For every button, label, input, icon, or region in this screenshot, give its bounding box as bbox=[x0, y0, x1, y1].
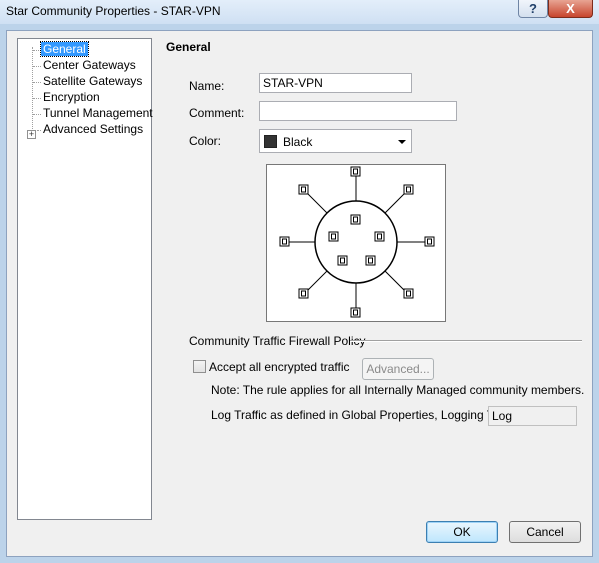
close-button[interactable]: X bbox=[548, 0, 593, 18]
name-label: Name: bbox=[189, 79, 225, 93]
tree-branch bbox=[33, 114, 41, 115]
tree-item-label: Tunnel Management bbox=[43, 106, 153, 120]
tree-guide-line bbox=[32, 47, 33, 135]
color-value: Black bbox=[283, 135, 313, 149]
tree-item-encryption[interactable]: Encryption bbox=[41, 90, 102, 105]
group-divider bbox=[350, 340, 582, 342]
help-icon: ? bbox=[529, 1, 537, 16]
title-bar: Star Community Properties - STAR-VPN ? X bbox=[0, 0, 599, 24]
cancel-button[interactable]: Cancel bbox=[509, 521, 581, 543]
help-button[interactable]: ? bbox=[518, 0, 548, 18]
policy-group-title: Community Traffic Firewall Policy bbox=[189, 334, 366, 348]
close-icon: X bbox=[566, 1, 575, 16]
accept-encrypted-checkbox[interactable] bbox=[193, 360, 206, 373]
tree-item-label: Satellite Gateways bbox=[43, 74, 143, 88]
ok-button[interactable]: OK bbox=[426, 521, 498, 543]
tree-branch bbox=[33, 98, 41, 99]
expand-icon[interactable]: + bbox=[27, 130, 36, 139]
tree-item-center-gateways[interactable]: Center Gateways bbox=[41, 58, 138, 73]
tree-item-advanced-settings[interactable]: Advanced Settings bbox=[41, 122, 145, 137]
log-field: Log bbox=[488, 406, 577, 426]
tree-item-label: General bbox=[40, 41, 89, 57]
tree-item-tunnel-management[interactable]: Tunnel Management bbox=[41, 106, 155, 121]
color-label: Color: bbox=[189, 134, 222, 148]
color-select[interactable]: Black bbox=[259, 129, 412, 153]
comment-label: Comment: bbox=[189, 106, 245, 120]
category-tree: + General Center Gateways Satellite Gate… bbox=[17, 38, 155, 520]
log-label: Log Traffic as defined in Global Propert… bbox=[211, 408, 510, 422]
color-swatch bbox=[264, 135, 277, 148]
star-topology-diagram bbox=[266, 164, 446, 322]
tree-branch bbox=[33, 50, 41, 51]
advanced-button[interactable]: Advanced... bbox=[362, 358, 434, 380]
tree-item-general[interactable]: General bbox=[40, 41, 89, 57]
comment-input[interactable] bbox=[259, 101, 457, 121]
policy-note: Note: The rule applies for all Internall… bbox=[211, 383, 585, 397]
tree-item-label: Center Gateways bbox=[43, 58, 136, 72]
star-topology-icon bbox=[279, 166, 435, 318]
window-title: Star Community Properties - STAR-VPN bbox=[6, 4, 221, 18]
chevron-down-icon bbox=[398, 140, 406, 144]
name-input[interactable] bbox=[259, 73, 412, 93]
dialog-body: + General Center Gateways Satellite Gate… bbox=[6, 30, 593, 557]
tree-item-label: Advanced Settings bbox=[43, 122, 144, 136]
tree-branch bbox=[33, 66, 41, 67]
tree-item-satellite-gateways[interactable]: Satellite Gateways bbox=[41, 74, 144, 89]
tree-branch bbox=[33, 82, 41, 83]
accept-encrypted-label: Accept all encrypted traffic bbox=[209, 360, 350, 374]
tree-item-label: Encryption bbox=[43, 90, 100, 104]
section-heading: General bbox=[166, 40, 211, 54]
